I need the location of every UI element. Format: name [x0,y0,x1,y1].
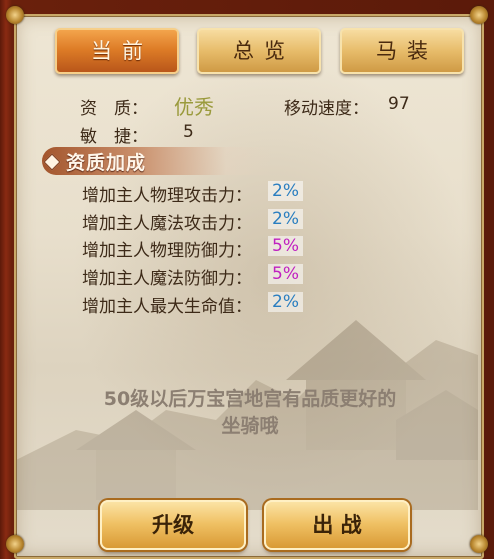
upgrade-button[interactable]: 升级 [100,500,246,550]
speed-label: 移动速度： [284,99,369,119]
quality-label: 资 质： [80,99,148,119]
tab-horse-gear-label: 马装 [376,39,438,63]
bonus-row-value: 2% [268,292,303,312]
deploy-button[interactable]: 出 战 [264,500,410,550]
bonus-row-label: 增加主人物理防御力： [82,241,252,261]
bonus-row-label: 增加主人魔法攻击力： [82,214,252,234]
bonus-row-value: 2% [268,181,303,201]
tab-current-label: 当前 [91,39,153,63]
hint-line-2: 坐骑哦 [221,415,279,437]
speed-value: 97 [388,94,410,114]
corner-ornament-icon [6,6,24,24]
corner-ornament-icon [470,6,488,24]
quality-value: 优秀 [174,95,214,119]
bonus-row-label: 增加主人最大生命值： [82,297,252,317]
bonus-row-value: 5% [268,264,303,284]
corner-ornament-icon [470,535,488,553]
bonus-row-value: 5% [268,236,303,256]
tab-overview[interactable]: 总览 [197,28,321,74]
mount-hint-text: 50级以后万宝宫地宫有品质更好的 坐骑哦 [60,386,440,440]
deploy-button-label: 出 战 [312,513,362,537]
corner-ornament-icon [6,535,24,553]
tab-current[interactable]: 当前 [55,28,179,74]
agility-label: 敏 捷： [80,127,148,147]
bonus-row-label: 增加主人物理攻击力： [82,186,252,206]
bonus-row-label: 增加主人魔法防御力： [82,269,252,289]
upgrade-button-label: 升级 [152,513,194,537]
hint-line-1: 50级以后万宝宫地宫有品质更好的 [103,388,397,410]
agility-value: 5 [183,122,194,142]
tab-overview-label: 总览 [233,39,295,63]
bonus-row-value: 2% [268,209,303,229]
bonus-title: 资质加成 [66,152,147,174]
tab-horse-gear[interactable]: 马装 [340,28,464,74]
